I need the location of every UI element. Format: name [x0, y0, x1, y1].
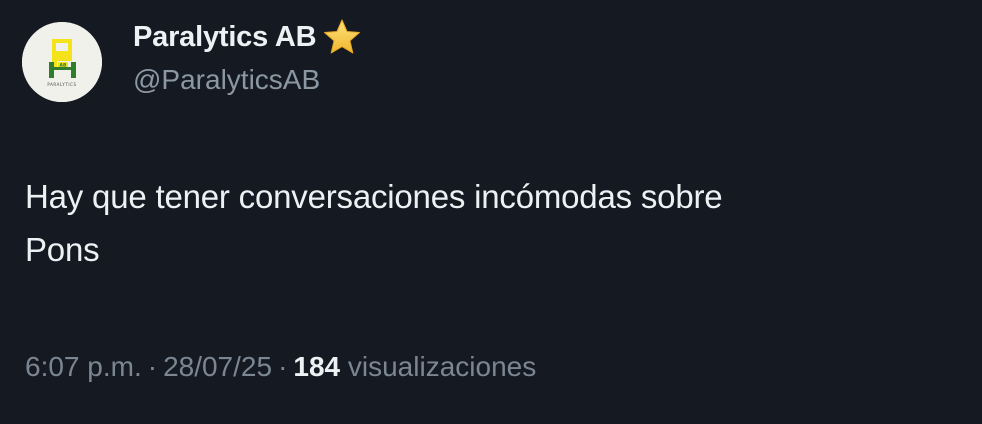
- tweet-meta: 6:07 p.m. · 28/07/25 · 184 visualizaciones: [25, 351, 536, 383]
- meta-separator: ·: [278, 351, 288, 382]
- tweet-time[interactable]: 6:07 p.m.: [25, 351, 142, 382]
- tweet-text-line: Pons: [25, 231, 100, 268]
- tweet-date[interactable]: 28/07/25: [163, 351, 272, 382]
- views-label: visualizaciones: [347, 351, 537, 382]
- paralytics-logo-icon: AB PARALYTICS: [22, 22, 102, 102]
- views-count: 184: [293, 351, 341, 382]
- svg-text:PARALYTICS: PARALYTICS: [47, 82, 76, 87]
- meta-separator: ·: [147, 351, 158, 382]
- svg-text:AB: AB: [60, 62, 67, 68]
- avatar[interactable]: AB PARALYTICS: [22, 22, 102, 102]
- tweet-text: Hay que tener conversaciones incómodas s…: [25, 170, 955, 276]
- tweet-text-line: Hay que tener conversaciones incómodas s…: [25, 178, 723, 215]
- author-name-row[interactable]: Paralytics AB: [133, 16, 362, 58]
- author-handle[interactable]: @ParalyticsAB: [133, 64, 320, 96]
- tweet-card: AB PARALYTICS Paralytics AB @ParalyticsA…: [0, 0, 982, 424]
- star-icon: [324, 19, 361, 54]
- display-name[interactable]: Paralytics AB: [133, 21, 317, 54]
